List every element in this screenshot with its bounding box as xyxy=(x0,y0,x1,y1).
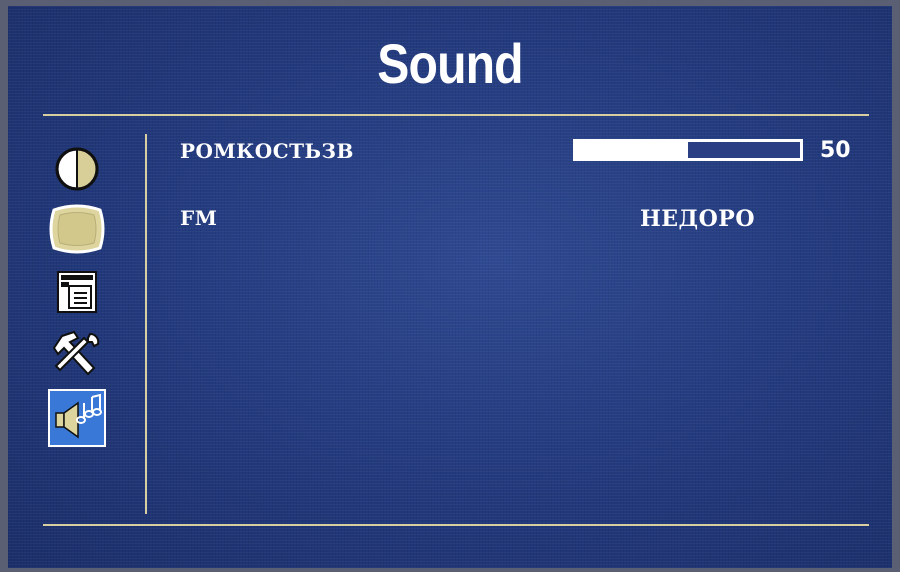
volume-slider-fill xyxy=(576,142,688,158)
sidebar-divider xyxy=(145,134,147,514)
tools-icon[interactable] xyxy=(48,328,106,378)
menu-title: Sound xyxy=(377,32,523,95)
bottom-divider xyxy=(43,524,869,526)
volume-slider[interactable] xyxy=(573,139,803,161)
volume-label: РОМКОСТЬЗВ xyxy=(180,139,354,163)
fm-label: FM xyxy=(180,206,218,230)
top-divider xyxy=(43,114,869,116)
contrast-icon[interactable] xyxy=(48,144,106,194)
fm-value[interactable]: НЕДОРО xyxy=(640,206,755,232)
picture-icon[interactable] xyxy=(48,204,106,254)
volume-value: 50 xyxy=(820,138,851,163)
sound-icon[interactable] xyxy=(48,389,106,447)
osd-screen: Sound РОМКОСТЬЗВ 50 FM НЕДОРО xyxy=(8,6,892,568)
volume-slider-track xyxy=(576,142,800,158)
settings-menu-icon[interactable] xyxy=(48,268,106,318)
